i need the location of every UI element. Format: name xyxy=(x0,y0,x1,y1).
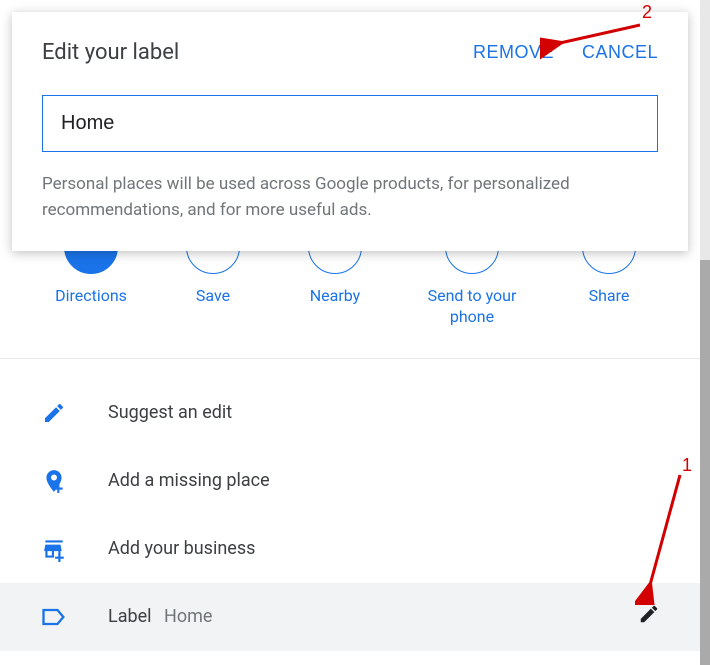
scrollbar[interactable] xyxy=(700,260,710,665)
dialog-header: Edit your label REMOVE CANCEL xyxy=(42,40,658,65)
dialog-title: Edit your label xyxy=(42,40,179,65)
edit-label-button[interactable] xyxy=(638,603,660,630)
add-missing-label: Add a missing place xyxy=(108,470,660,491)
label-value: Home xyxy=(164,606,212,627)
add-business-item[interactable]: Add your business xyxy=(0,515,700,583)
label-item[interactable]: Label Home xyxy=(0,583,700,651)
directions-label: Directions xyxy=(55,286,127,307)
label-text: Label Home xyxy=(108,606,660,627)
dialog-actions: REMOVE CANCEL xyxy=(473,42,658,63)
pencil-icon xyxy=(40,399,68,427)
suggest-edit-item[interactable]: Suggest an edit xyxy=(0,379,700,447)
add-missing-place-item[interactable]: Add a missing place xyxy=(0,447,700,515)
label-icon xyxy=(40,603,68,631)
pin-plus-icon xyxy=(40,467,68,495)
store-plus-icon xyxy=(40,535,68,563)
dialog-hint: Personal places will be used across Goog… xyxy=(42,172,658,223)
nearby-label: Nearby xyxy=(310,286,361,307)
remove-button[interactable]: REMOVE xyxy=(473,42,554,63)
share-label: Share xyxy=(589,286,630,307)
label-title: Label xyxy=(108,606,152,627)
send-label: Send to your phone xyxy=(417,286,527,328)
edit-label-dialog: Edit your label REMOVE CANCEL Personal p… xyxy=(12,12,688,251)
cancel-button[interactable]: CANCEL xyxy=(582,42,658,63)
add-business-label: Add your business xyxy=(108,538,660,559)
menu-list: Suggest an edit Add a missing place Add … xyxy=(0,359,700,651)
label-input[interactable] xyxy=(42,95,658,152)
save-label: Save xyxy=(196,286,230,307)
suggest-edit-label: Suggest an edit xyxy=(108,402,660,423)
